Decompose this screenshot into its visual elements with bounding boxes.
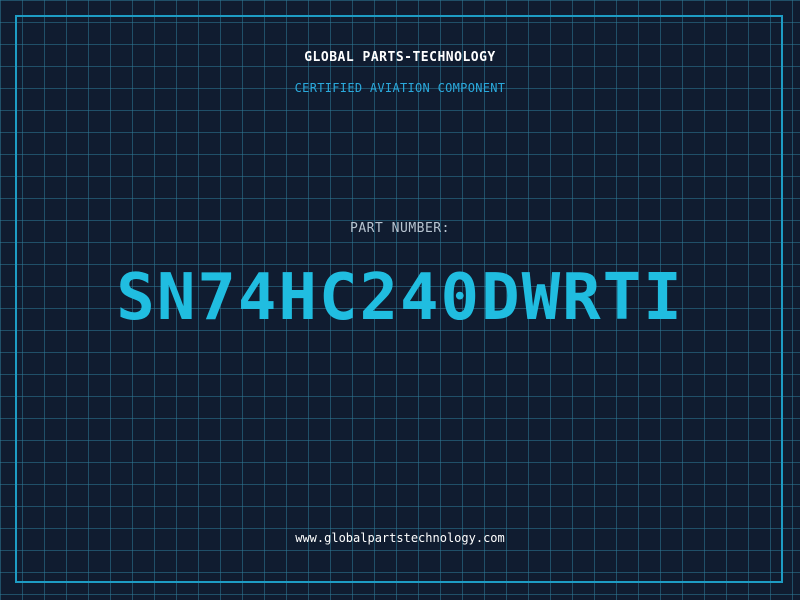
certification-subtitle: CERTIFIED AVIATION COMPONENT [294, 81, 506, 95]
part-number-value: SN74HC240DWRTI [116, 261, 684, 335]
certificate-card: GLOBAL PARTS-TECHNOLOGY CERTIFIED AVIATI… [0, 0, 800, 600]
part-number-label: PART NUMBER: [350, 221, 450, 236]
company-name: GLOBAL PARTS-TECHNOLOGY [304, 50, 496, 65]
website-url: www.globalpartstechnology.com [295, 531, 505, 545]
